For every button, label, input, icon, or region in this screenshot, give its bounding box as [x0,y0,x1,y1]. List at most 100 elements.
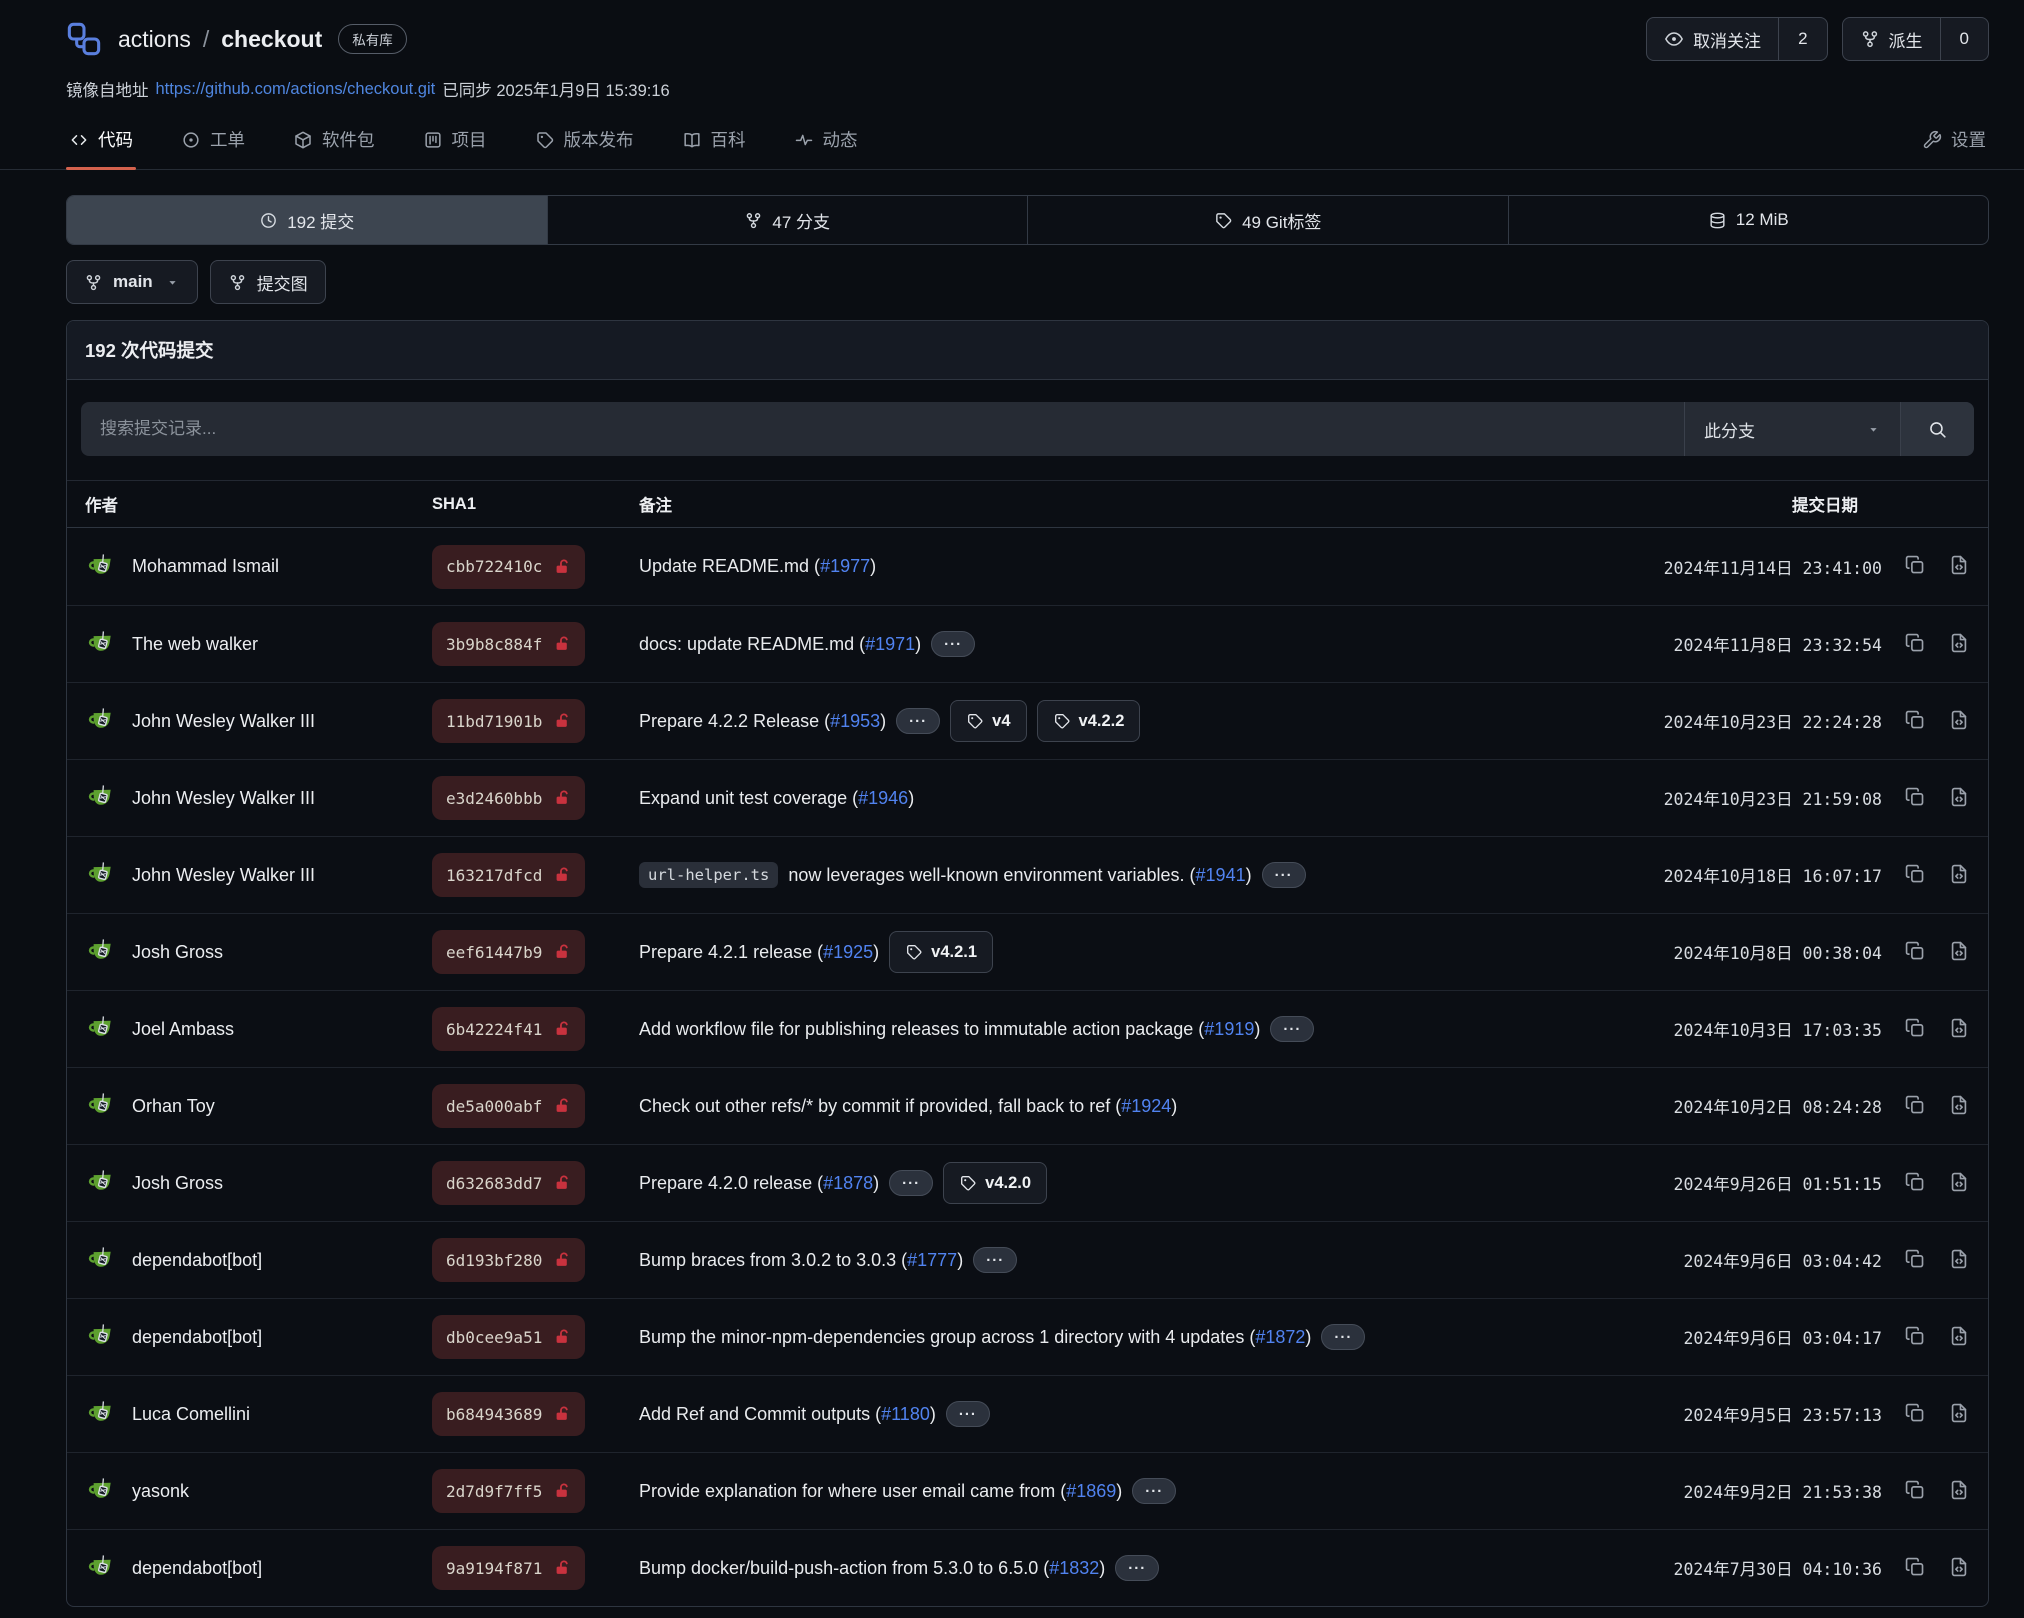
browse-source-button[interactable] [1948,940,1970,965]
issue-link[interactable]: #1872 [1255,1327,1305,1347]
commit-sha-badge[interactable]: 6b42224f41 [432,1007,585,1051]
tag-button[interactable]: v4 [950,700,1026,742]
expand-commit-body-button[interactable]: ··· [973,1247,1017,1273]
commit-graph-button[interactable]: 提交图 [210,260,326,304]
commit-author[interactable]: John Wesley Walker III [132,711,315,732]
commit-author[interactable]: Josh Gross [132,942,223,963]
expand-commit-body-button[interactable]: ··· [946,1401,990,1427]
search-input[interactable] [81,402,1684,456]
issue-link[interactable]: #1953 [830,711,880,731]
commit-author[interactable]: John Wesley Walker III [132,865,315,886]
watchers-count[interactable]: 2 [1778,18,1826,60]
copy-sha-button[interactable] [1904,1325,1926,1350]
commit-author[interactable]: yasonk [132,1481,189,1502]
commit-sha-badge[interactable]: 9a9194f871 [432,1546,585,1590]
expand-commit-body-button[interactable]: ··· [1115,1555,1159,1581]
expand-commit-body-button[interactable]: ··· [896,708,940,734]
tab-settings[interactable]: 设置 [1919,112,1989,169]
browse-source-button[interactable] [1948,1248,1970,1273]
expand-commit-body-button[interactable]: ··· [1262,862,1306,888]
issue-link[interactable]: #1924 [1121,1096,1171,1116]
issue-link[interactable]: #1869 [1066,1481,1116,1501]
branch-filter-dropdown[interactable]: 此分支 [1684,402,1900,456]
commit-author[interactable]: dependabot[bot] [132,1327,262,1348]
stat-commits[interactable]: 192 提交 [67,196,547,244]
stat-branches[interactable]: 47 分支 [547,196,1028,244]
commit-author[interactable]: Joel Ambass [132,1019,234,1040]
commit-sha-badge[interactable]: cbb722410c [432,545,585,589]
repo-owner-link[interactable]: actions [118,26,191,53]
issue-link[interactable]: #1977 [820,556,870,576]
issue-link[interactable]: #1878 [823,1173,873,1193]
repo-name-link[interactable]: checkout [221,26,322,53]
issue-link[interactable]: #1832 [1049,1558,1099,1578]
tab-releases[interactable]: 版本发布 [532,112,637,169]
copy-sha-button[interactable] [1904,554,1926,579]
search-button[interactable] [1900,402,1974,456]
commit-sha-badge[interactable]: 2d7d9f7ff5 [432,1469,585,1513]
browse-source-button[interactable] [1948,709,1970,734]
browse-source-button[interactable] [1948,1325,1970,1350]
issue-link[interactable]: #1925 [823,942,873,962]
tab-issues[interactable]: 工单 [178,112,248,169]
stat-size[interactable]: 12 MiB [1508,196,1989,244]
commit-sha-badge[interactable]: 6d193bf280 [432,1238,585,1282]
copy-sha-button[interactable] [1904,1479,1926,1504]
copy-sha-button[interactable] [1904,1402,1926,1427]
tag-button[interactable]: v4.2.2 [1037,700,1141,742]
copy-sha-button[interactable] [1904,940,1926,965]
tab-activity[interactable]: 动态 [791,112,861,169]
commit-author[interactable]: dependabot[bot] [132,1558,262,1579]
copy-sha-button[interactable] [1904,1171,1926,1196]
browse-source-button[interactable] [1948,1017,1970,1042]
commit-sha-badge[interactable]: 11bd71901b [432,699,585,743]
browse-source-button[interactable] [1948,1094,1970,1119]
stat-tags[interactable]: 49 Git标签 [1027,196,1508,244]
tag-button[interactable]: v4.2.1 [889,931,993,973]
browse-source-button[interactable] [1948,554,1970,579]
browse-source-button[interactable] [1948,1171,1970,1196]
browse-source-button[interactable] [1948,1402,1970,1427]
commit-sha-badge[interactable]: b684943689 [432,1392,585,1436]
tab-code[interactable]: 代码 [66,112,136,169]
commit-sha-badge[interactable]: d632683dd7 [432,1161,585,1205]
commit-author[interactable]: Orhan Toy [132,1096,215,1117]
commit-sha-badge[interactable]: e3d2460bbb [432,776,585,820]
browse-source-button[interactable] [1948,1556,1970,1581]
issue-link[interactable]: #1777 [907,1250,957,1270]
browse-source-button[interactable] [1948,632,1970,657]
commit-author[interactable]: dependabot[bot] [132,1250,262,1271]
copy-sha-button[interactable] [1904,1017,1926,1042]
mirror-url-link[interactable]: https://github.com/actions/checkout.git [156,80,436,99]
browse-source-button[interactable] [1948,863,1970,888]
expand-commit-body-button[interactable]: ··· [1270,1016,1314,1042]
forks-count[interactable]: 0 [1940,18,1988,60]
commit-author[interactable]: Mohammad Ismail [132,556,279,577]
commit-sha-badge[interactable]: 3b9b8c884f [432,622,585,666]
copy-sha-button[interactable] [1904,1248,1926,1273]
copy-sha-button[interactable] [1904,1556,1926,1581]
unwatch-button[interactable]: 取消关注 2 [1646,17,1827,61]
commit-author[interactable]: Luca Comellini [132,1404,250,1425]
copy-sha-button[interactable] [1904,632,1926,657]
commit-author[interactable]: The web walker [132,634,258,655]
issue-link[interactable]: #1941 [1196,865,1246,885]
issue-link[interactable]: #1180 [881,1404,930,1424]
browse-source-button[interactable] [1948,786,1970,811]
tab-wiki[interactable]: 百科 [679,112,749,169]
expand-commit-body-button[interactable]: ··· [931,631,975,657]
commit-author[interactable]: John Wesley Walker III [132,788,315,809]
commit-sha-badge[interactable]: db0cee9a51 [432,1315,585,1359]
expand-commit-body-button[interactable]: ··· [1321,1324,1365,1350]
commit-sha-badge[interactable]: eef61447b9 [432,930,585,974]
browse-source-button[interactable] [1948,1479,1970,1504]
tag-button[interactable]: v4.2.0 [943,1162,1047,1204]
tab-projects[interactable]: 项目 [420,112,490,169]
issue-link[interactable]: #1919 [1204,1019,1254,1039]
branch-selector[interactable]: main [66,260,198,304]
tab-packages[interactable]: 软件包 [290,112,378,169]
copy-sha-button[interactable] [1904,1094,1926,1119]
commit-sha-badge[interactable]: 163217dfcd [432,853,585,897]
copy-sha-button[interactable] [1904,786,1926,811]
issue-link[interactable]: #1971 [865,634,915,654]
